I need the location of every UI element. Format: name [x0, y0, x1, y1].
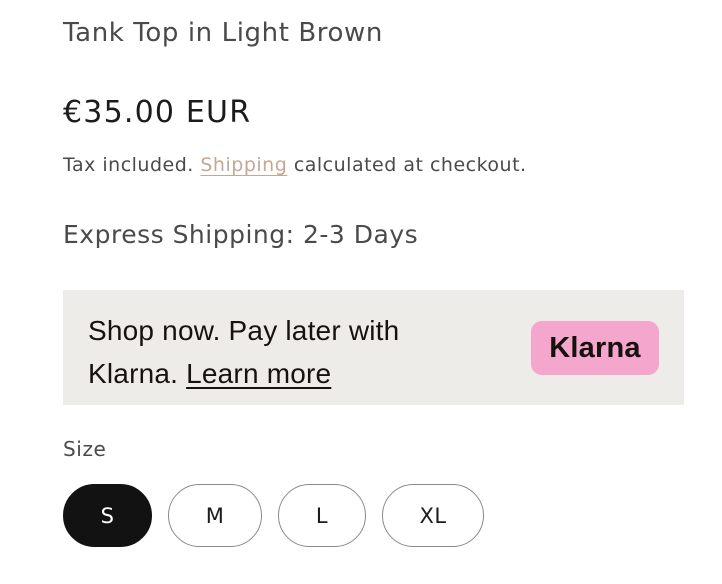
learn-more-link[interactable]: Learn more [186, 358, 331, 389]
tax-note: Tax included. Shipping calculated at che… [63, 154, 527, 176]
size-option-s[interactable]: S [63, 484, 152, 547]
klarna-banner: Shop now. Pay later with Klarna. Learn m… [63, 290, 684, 405]
express-shipping-note: Express Shipping: 2-3 Days [63, 220, 419, 249]
tax-prefix: Tax included. [63, 154, 194, 176]
klarna-message: Shop now. Pay later with Klarna. Learn m… [88, 309, 488, 395]
product-title: Tank Top in Light Brown [63, 18, 383, 48]
size-option-xl[interactable]: XL [382, 484, 484, 547]
shipping-link[interactable]: Shipping [200, 154, 287, 176]
product-price: €35.00 EUR [63, 95, 252, 130]
size-label: Size [63, 437, 107, 461]
size-option-m[interactable]: M [168, 484, 262, 547]
size-option-l[interactable]: L [278, 484, 366, 547]
tax-suffix: calculated at checkout. [293, 154, 527, 176]
klarna-logo: Klarna [531, 321, 659, 375]
